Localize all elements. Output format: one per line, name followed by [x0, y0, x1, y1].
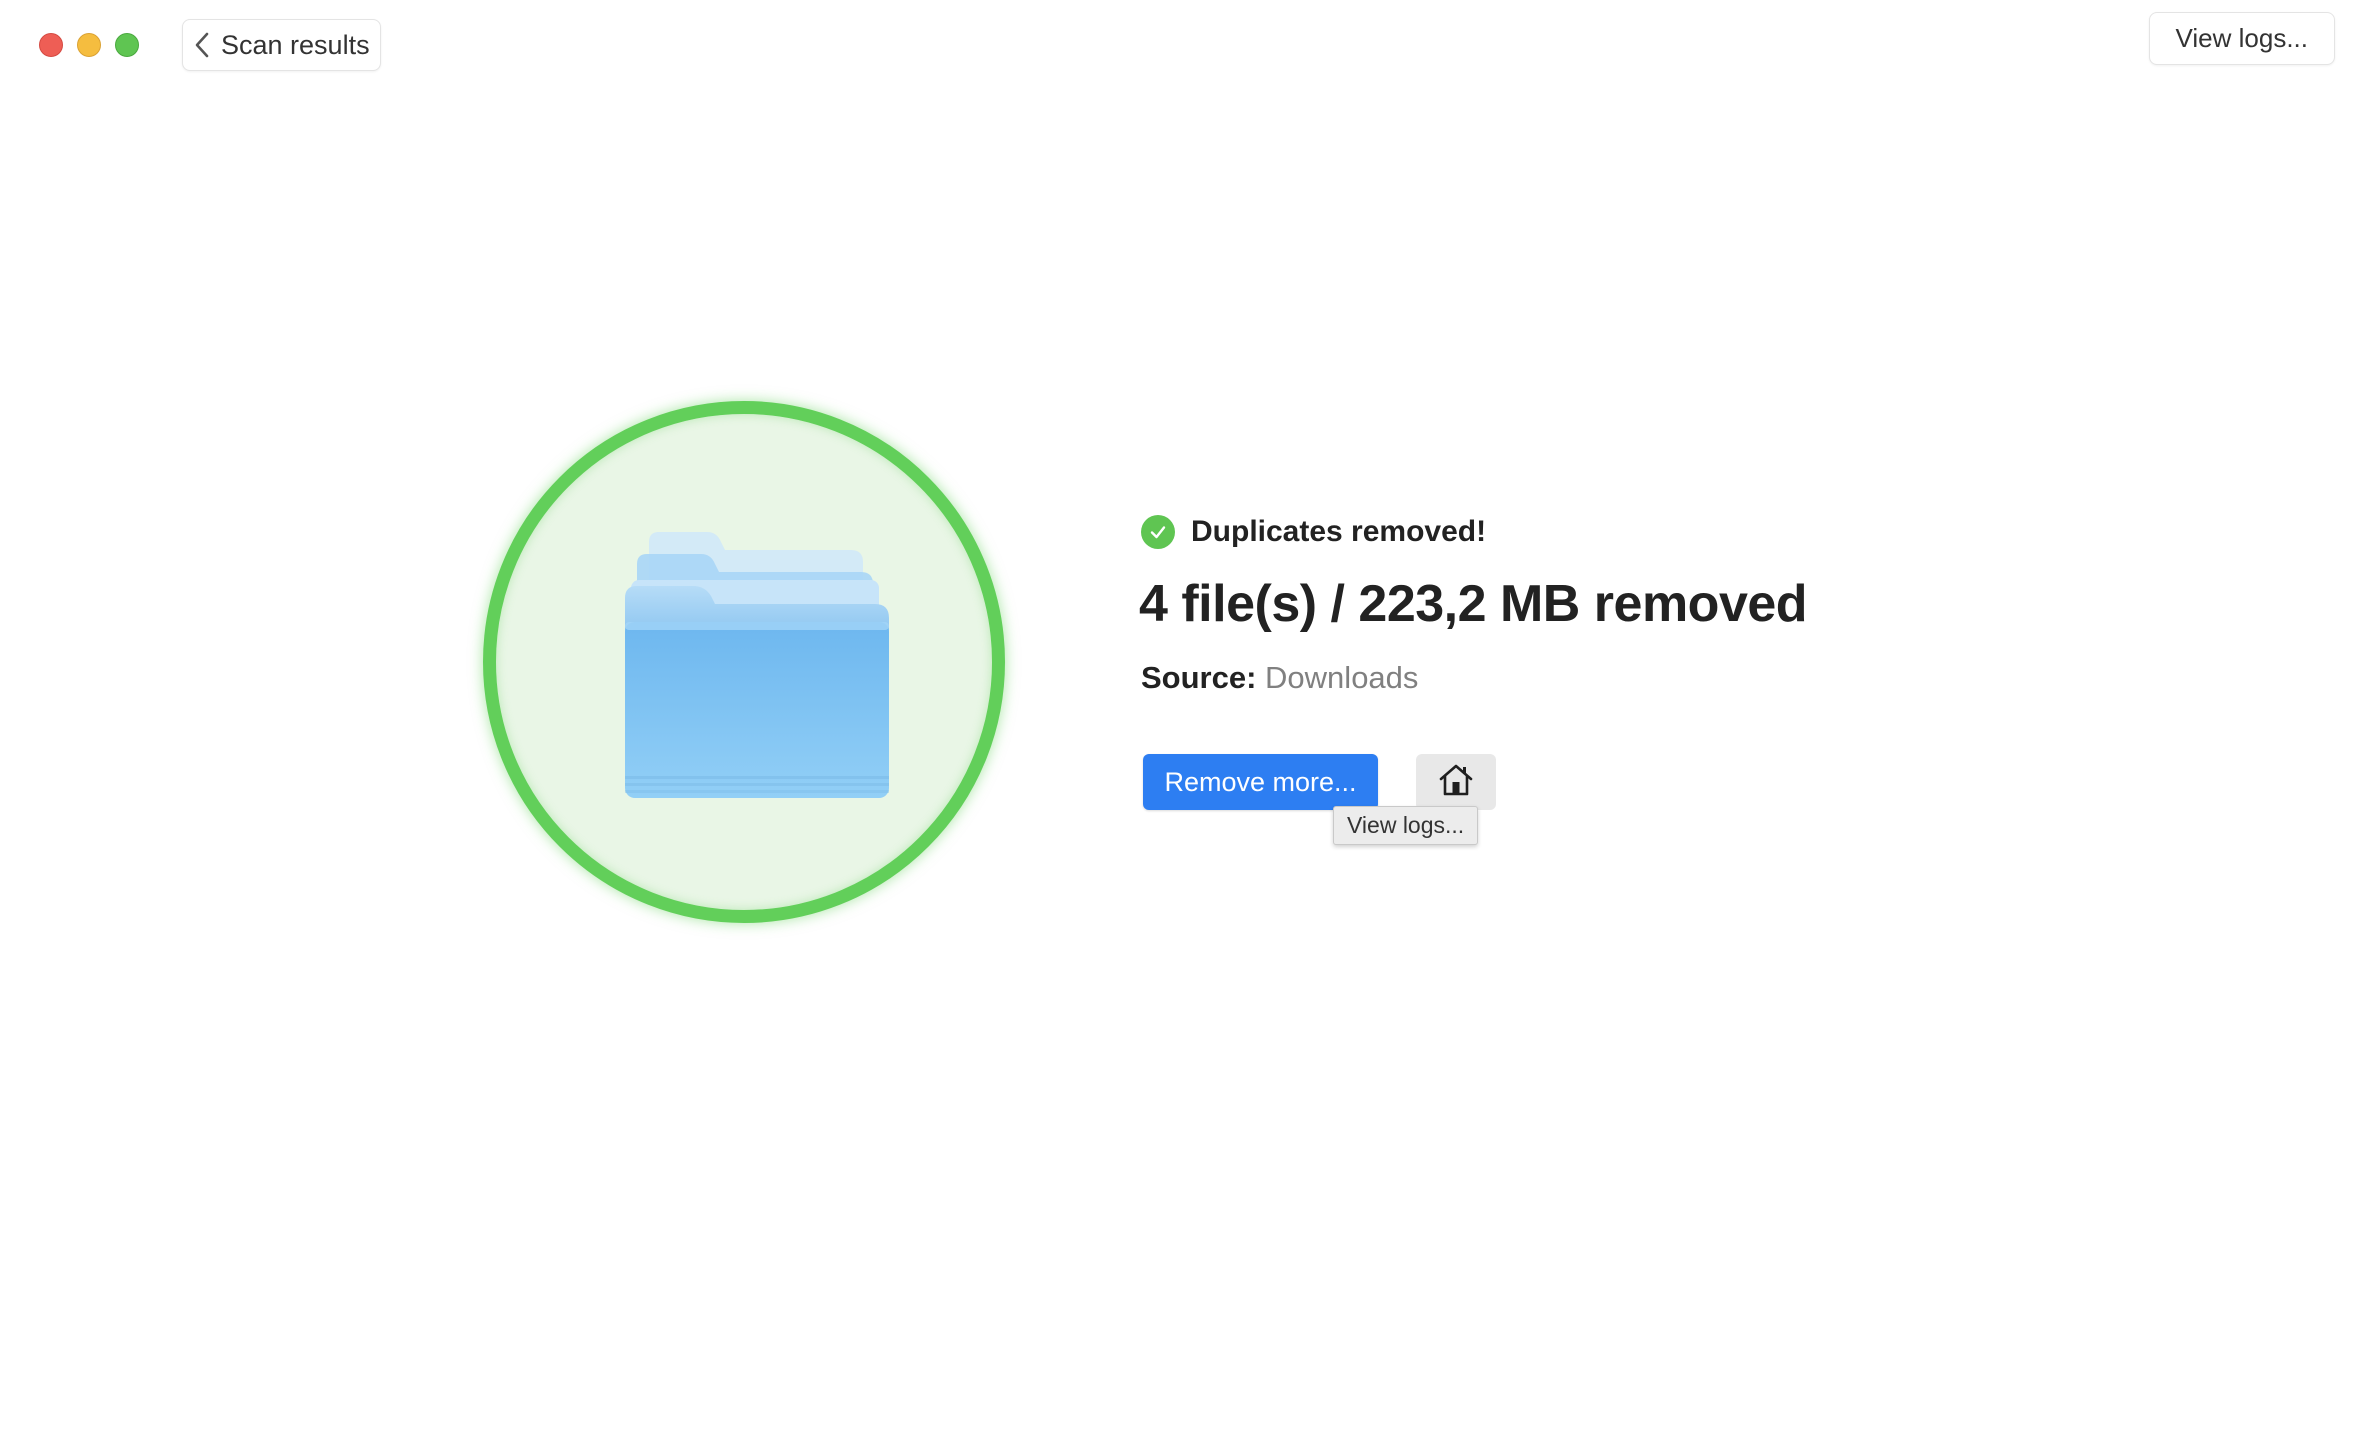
status-message: Duplicates removed!	[1191, 515, 1487, 548]
source-row: Source: Downloads	[1141, 660, 1418, 696]
removed-summary: 4 file(s) / 223,2 MB removed	[1139, 575, 1808, 633]
status-row: Duplicates removed!	[1141, 515, 1486, 549]
back-to-scan-results-button[interactable]: Scan results	[182, 19, 381, 71]
check-circle-icon	[1141, 515, 1175, 549]
source-value: Downloads	[1265, 660, 1419, 695]
home-button[interactable]	[1416, 754, 1496, 810]
view-logs-button[interactable]: View logs...	[2148, 12, 2335, 65]
home-icon	[1436, 760, 1476, 805]
back-button-label: Scan results	[221, 29, 370, 60]
chevron-left-icon	[191, 30, 213, 60]
folder-icon	[619, 526, 895, 807]
source-label: Source:	[1141, 660, 1257, 695]
close-window-button[interactable]	[39, 33, 63, 57]
success-illustration	[483, 401, 1005, 923]
maximize-window-button[interactable]	[115, 33, 139, 57]
view-logs-tooltip: View logs...	[1333, 806, 1479, 845]
window-controls	[39, 33, 139, 57]
minimize-window-button[interactable]	[77, 33, 101, 57]
app-window: Scan results View logs... Duplicates rem…	[0, 0, 2360, 1432]
remove-more-button[interactable]: Remove more...	[1143, 754, 1378, 810]
